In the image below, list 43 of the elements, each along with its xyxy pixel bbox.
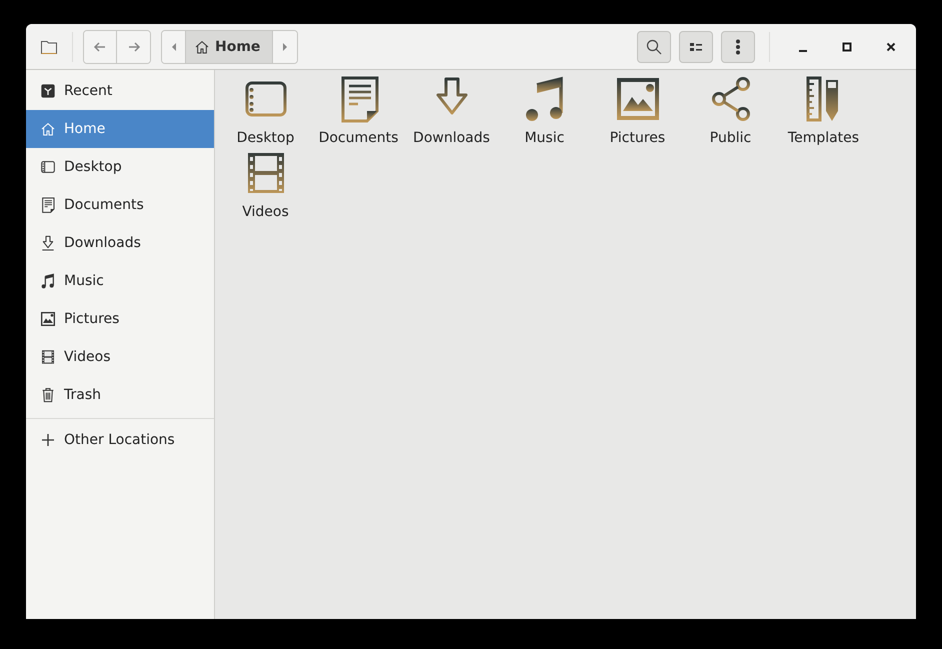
- file-name[interactable]: Desktop: [236, 130, 294, 146]
- vertical-dots-icon: [735, 38, 741, 54]
- sidebar-item[interactable]: Videos: [26, 338, 214, 376]
- file-name[interactable]: Music: [524, 130, 564, 146]
- document-icon: [40, 197, 56, 213]
- film-icon: [40, 349, 56, 365]
- file-name[interactable]: Pictures: [610, 130, 666, 146]
- sidebar-item[interactable]: Other Locations: [26, 421, 214, 459]
- file-name[interactable]: Videos: [242, 204, 289, 220]
- file-name[interactable]: Documents: [318, 130, 398, 146]
- sidebar-item[interactable]: Trash: [26, 376, 214, 414]
- plus-icon: [40, 432, 56, 448]
- minimize-icon: [799, 50, 807, 52]
- close-icon: [886, 42, 896, 52]
- sidebar-item[interactable]: Recent: [26, 72, 214, 110]
- triangle-right-icon: [281, 42, 290, 52]
- arrow-left-icon: [93, 40, 107, 54]
- search-button[interactable]: [637, 30, 671, 62]
- sidebar-item[interactable]: Documents: [26, 186, 214, 224]
- sidebar-item[interactable]: Home: [26, 110, 214, 148]
- triangle-left-icon: [170, 42, 178, 52]
- home-icon: [194, 38, 210, 54]
- menu-button[interactable]: [721, 30, 755, 62]
- download-icon: [40, 235, 56, 251]
- trash-icon: [40, 387, 56, 403]
- arrow-right-icon: [126, 40, 140, 54]
- sidebar-item[interactable]: Pictures: [26, 300, 214, 338]
- search-icon: [646, 38, 662, 54]
- sidebar-item[interactable]: Desktop: [26, 148, 214, 186]
- file-name[interactable]: Templates: [788, 130, 860, 146]
- home-icon: [40, 121, 56, 137]
- maximize-icon: [842, 42, 852, 52]
- file-name[interactable]: Public: [710, 130, 752, 146]
- list-view-icon: [689, 40, 703, 52]
- folder-icon[interactable]: [40, 38, 58, 54]
- music-note-icon: [40, 273, 56, 289]
- sidebar-item[interactable]: Music: [26, 262, 214, 300]
- sidebar-panel-icon: [40, 159, 56, 175]
- path-button[interactable]: Home: [186, 30, 274, 62]
- image-icon: [40, 311, 56, 327]
- sidebar-item[interactable]: Downloads: [26, 224, 214, 262]
- file-name[interactable]: Downloads: [413, 130, 490, 146]
- view-options-button[interactable]: [679, 30, 713, 62]
